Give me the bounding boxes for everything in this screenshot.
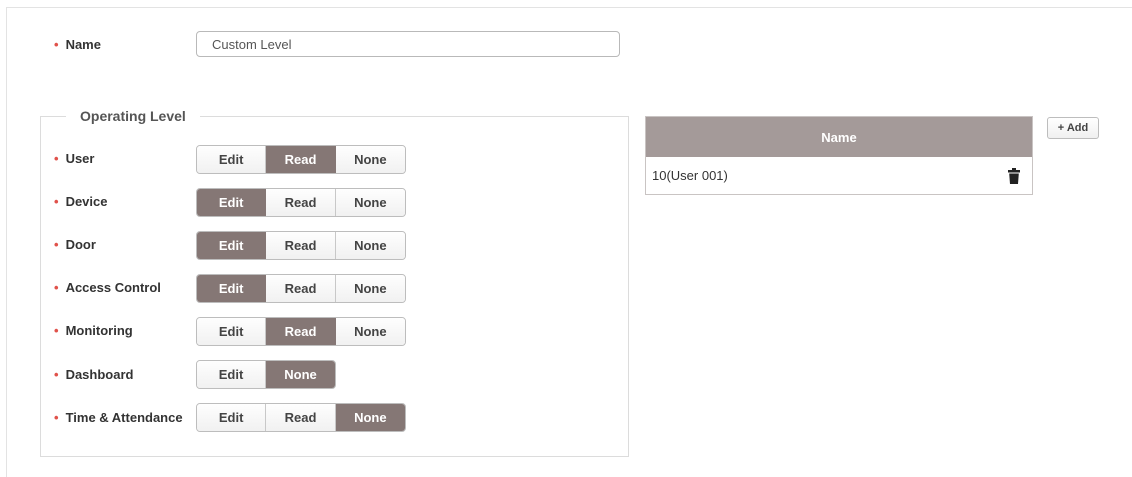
monitoring-edit-option[interactable]: Edit bbox=[197, 318, 267, 345]
access-control-read-option[interactable]: Read bbox=[266, 275, 336, 302]
dashboard-none-option[interactable]: None bbox=[266, 361, 335, 388]
table-header-name: Name bbox=[646, 117, 1032, 157]
row-label-time-attendance: • Time & Attendance bbox=[54, 410, 183, 425]
name-input[interactable] bbox=[196, 31, 620, 57]
time-attendance-read-option[interactable]: Read bbox=[266, 404, 336, 431]
door-none-option[interactable]: None bbox=[335, 232, 405, 259]
row-label-text: Access Control bbox=[65, 280, 161, 295]
trash-icon[interactable] bbox=[1008, 167, 1020, 184]
required-dot: • bbox=[54, 280, 59, 295]
time-attendance-none-option[interactable]: None bbox=[335, 404, 405, 431]
row-label-text: Dashboard bbox=[65, 367, 134, 382]
operating-level-legend: Operating Level bbox=[66, 108, 200, 124]
required-dot: • bbox=[54, 237, 59, 252]
row-label-dashboard: • Dashboard bbox=[54, 367, 133, 382]
permission-toggle-monitoring: Edit Read None bbox=[196, 317, 406, 346]
user-table: Name 10(User 001) bbox=[645, 116, 1033, 195]
row-label-text: Monitoring bbox=[65, 323, 133, 338]
permission-toggle-user: Edit Read None bbox=[196, 145, 406, 174]
row-label-device: • Device bbox=[54, 194, 107, 209]
user-edit-option[interactable]: Edit bbox=[197, 146, 267, 173]
user-read-option[interactable]: Read bbox=[266, 146, 336, 173]
row-label-text: User bbox=[65, 151, 95, 166]
name-label-text: Name bbox=[65, 37, 101, 52]
permission-toggle-dashboard: Edit None bbox=[196, 360, 336, 389]
row-label-text: Time & Attendance bbox=[65, 410, 183, 425]
required-dot: • bbox=[54, 151, 59, 166]
row-label-text: Door bbox=[65, 237, 96, 252]
permission-toggle-time-attendance: Edit Read None bbox=[196, 403, 406, 432]
required-dot: • bbox=[54, 37, 59, 52]
door-read-option[interactable]: Read bbox=[266, 232, 336, 259]
permission-toggle-door: Edit Read None bbox=[196, 231, 406, 260]
add-button[interactable]: + Add bbox=[1047, 117, 1099, 139]
row-label-text: Device bbox=[65, 194, 108, 209]
row-label-user: • User bbox=[54, 151, 94, 166]
permission-toggle-access-control: Edit Read None bbox=[196, 274, 406, 303]
time-attendance-edit-option[interactable]: Edit bbox=[197, 404, 267, 431]
required-dot: • bbox=[54, 367, 59, 382]
device-none-option[interactable]: None bbox=[335, 189, 405, 216]
table-row[interactable]: 10(User 001) bbox=[646, 157, 1032, 194]
dashboard-edit-option[interactable]: Edit bbox=[197, 361, 266, 388]
monitoring-none-option[interactable]: None bbox=[335, 318, 405, 345]
monitoring-read-option[interactable]: Read bbox=[266, 318, 336, 345]
row-label-access-control: • Access Control bbox=[54, 280, 161, 295]
table-cell-name: 10(User 001) bbox=[652, 168, 728, 183]
door-edit-option[interactable]: Edit bbox=[197, 232, 267, 259]
name-field-label: • Name bbox=[54, 37, 101, 52]
row-label-monitoring: • Monitoring bbox=[54, 323, 133, 338]
permission-toggle-device: Edit Read None bbox=[196, 188, 406, 217]
user-none-option[interactable]: None bbox=[335, 146, 405, 173]
access-control-edit-option[interactable]: Edit bbox=[197, 275, 267, 302]
device-read-option[interactable]: Read bbox=[266, 189, 336, 216]
row-label-door: • Door bbox=[54, 237, 96, 252]
required-dot: • bbox=[54, 194, 59, 209]
device-edit-option[interactable]: Edit bbox=[197, 189, 267, 216]
access-control-none-option[interactable]: None bbox=[335, 275, 405, 302]
required-dot: • bbox=[54, 323, 59, 338]
required-dot: • bbox=[54, 410, 59, 425]
